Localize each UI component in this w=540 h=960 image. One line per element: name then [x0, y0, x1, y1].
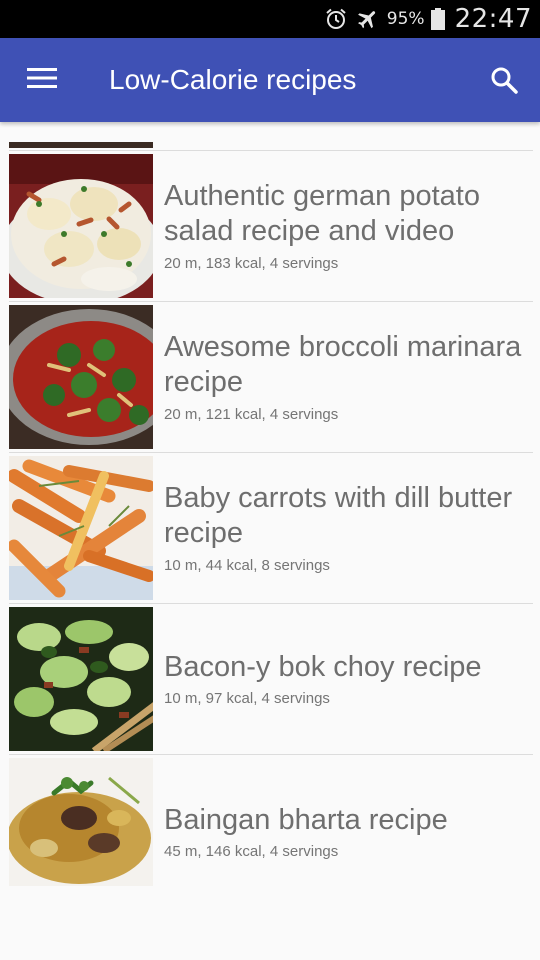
status-bar: 95% 22:47 [0, 0, 540, 38]
recipe-title: Authentic german potato salad recipe and… [164, 180, 480, 247]
recipe-title-5: Baingan bharta recipe [164, 804, 448, 836]
recipe-meta: 10 m, 97 kcal, 4 servings [164, 690, 330, 707]
menu-button[interactable] [22, 64, 62, 96]
recipe-meta: 45 m, 146 kcal, 4 servings [164, 843, 339, 860]
hamburger-menu-icon [27, 67, 57, 94]
recipe-title: Awesome broccoli marinara recipe [164, 331, 522, 398]
battery-percent: 95% [386, 9, 425, 29]
airplane-mode-icon [355, 6, 381, 32]
list-item-partial[interactable] [0, 122, 540, 151]
recipe-meta: 20 m, 183 kcal, 4 servings [164, 255, 339, 272]
recipe-meta: 10 m, 44 kcal, 8 servings [164, 557, 330, 574]
battery-icon [430, 8, 445, 30]
recipe-thumbnail-bok-choy [9, 607, 153, 751]
list-item[interactable]: Bacon-y bok choy recipe 10 m, 97 kcal, 4… [0, 604, 540, 755]
alarm-icon [323, 6, 349, 32]
recipe-meta: 20 m, 121 kcal, 4 servings [164, 406, 339, 423]
list-item[interactable]: Baby carrots with dill butter recipe 10 … [0, 453, 540, 604]
search-icon [490, 66, 518, 99]
recipe-title: Baby carrots with dill butter recipe [164, 482, 513, 549]
recipe-thumbnail-potato-salad [9, 154, 153, 298]
recipe-thumbnail-carrots [9, 456, 153, 600]
recipe-title: Bacon-y bok choy recipe [164, 651, 482, 683]
app-bar: Low-Calorie recipes [0, 38, 540, 122]
list-item[interactable]: Awesome broccoli marinara recipe 20 m, 1… [0, 302, 540, 453]
clock-time: 22:47 [454, 4, 532, 34]
page-title: Low-Calorie recipes [109, 64, 357, 95]
recipe-thumbnail-baingan-bharta [9, 758, 153, 886]
recipe-thumbnail-broccoli [9, 305, 153, 449]
list-item[interactable]: Authentic german potato salad recipe and… [0, 151, 540, 302]
search-button[interactable] [484, 62, 524, 102]
recipe-thumbnail [9, 142, 153, 148]
